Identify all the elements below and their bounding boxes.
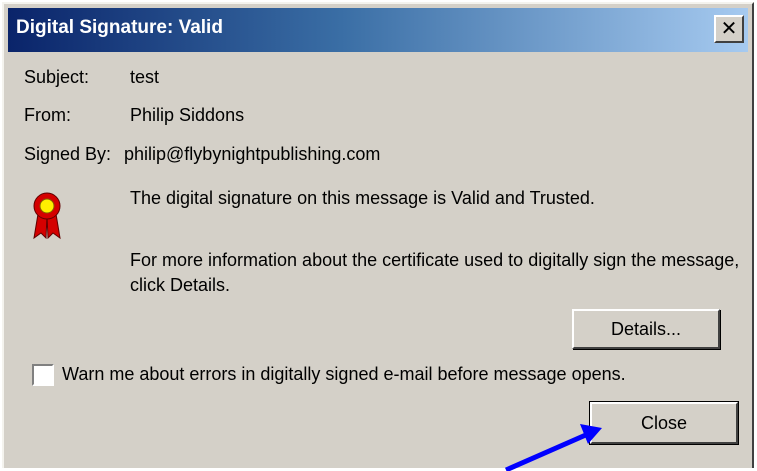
details-button[interactable]: Details... [572, 309, 720, 349]
from-label: From: [24, 105, 71, 125]
close-window-button[interactable]: ✕ [714, 15, 744, 43]
window-title: Digital Signature: Valid [16, 17, 223, 38]
digital-signature-dialog: Digital Signature: Valid ✕ Subject: test… [2, 2, 754, 468]
warn-errors-label[interactable]: Warn me about errors in digitally signed… [62, 364, 626, 385]
ribbon-seal-icon [33, 192, 61, 240]
signed-by-label: Signed By: [24, 144, 112, 164]
warn-errors-checkbox[interactable] [32, 364, 54, 386]
signed-by-value: philip@flybynightpublishing.com [124, 144, 381, 164]
subject-label: Subject: [24, 67, 90, 87]
title-bar[interactable]: Digital Signature: Valid ✕ [8, 8, 748, 52]
from-value: Philip Siddons [130, 105, 245, 125]
close-icon: ✕ [720, 16, 738, 40]
certificate-info-text: For more information about the certifica… [130, 250, 740, 295]
signature-status-text: The digital signature on this message is… [130, 188, 595, 208]
subject-value: test [130, 67, 160, 87]
close-button[interactable]: Close [589, 401, 739, 445]
